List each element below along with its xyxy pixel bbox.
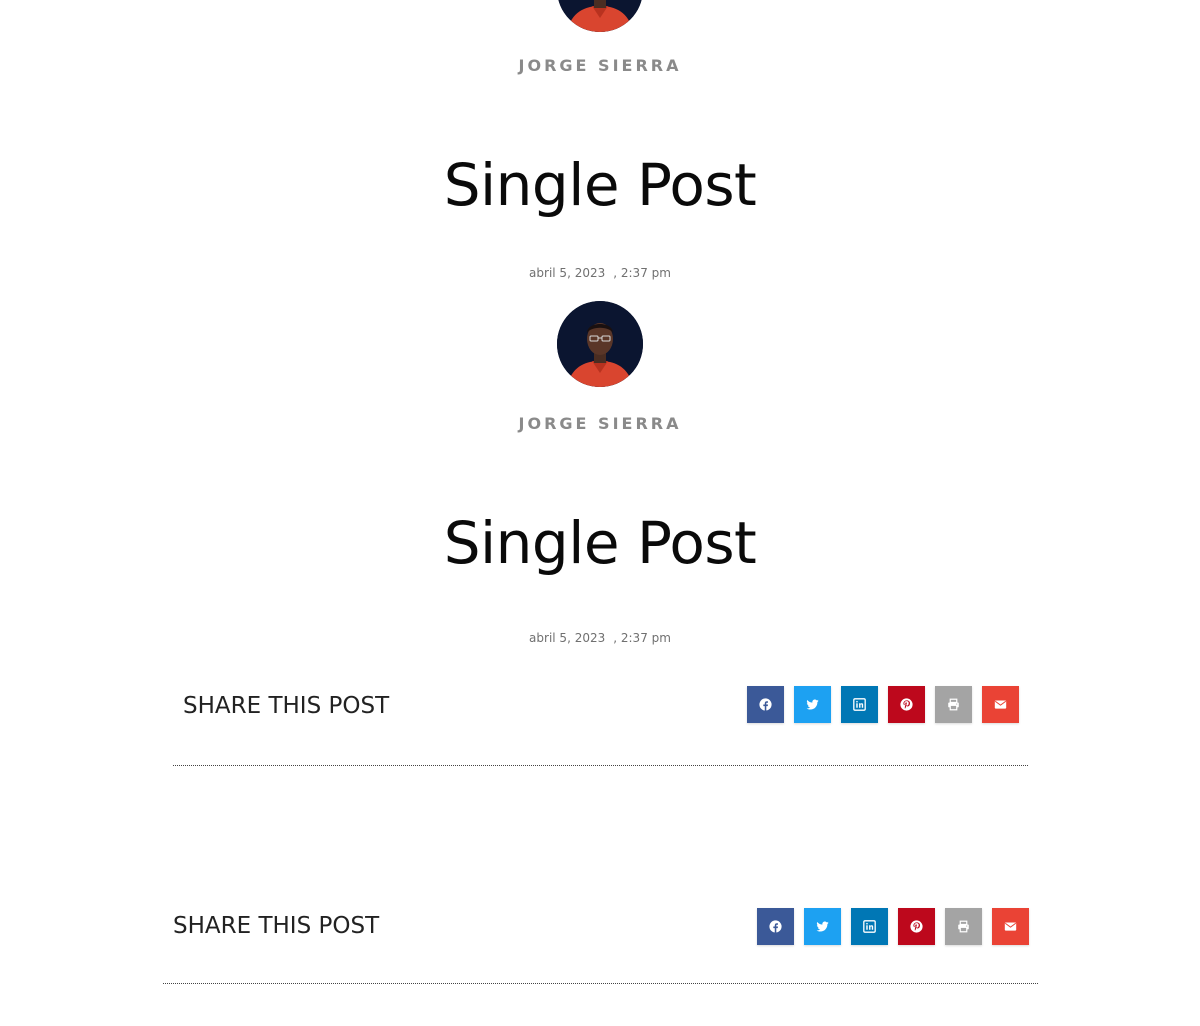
share-buttons: [747, 686, 1019, 723]
linkedin-icon: [853, 698, 866, 711]
post-meta: abril 5, 2023 , 2:37 pm: [0, 266, 1200, 280]
twitter-icon: [806, 698, 819, 711]
pinterest-share-button[interactable]: [888, 686, 925, 723]
email-share-button[interactable]: [992, 908, 1029, 945]
print-icon: [947, 698, 960, 711]
linkedin-share-button[interactable]: [851, 908, 888, 945]
divider: [173, 765, 1028, 766]
linkedin-icon: [863, 920, 876, 933]
twitter-icon: [816, 920, 829, 933]
post-time: , 2:37 pm: [613, 631, 671, 645]
post-date: abril 5, 2023: [529, 266, 606, 280]
facebook-icon: [759, 698, 772, 711]
twitter-share-button[interactable]: [794, 686, 831, 723]
divider: [163, 983, 1038, 984]
print-button[interactable]: [945, 908, 982, 945]
share-buttons: [757, 908, 1029, 945]
author-name: JORGE SIERRA: [518, 56, 682, 75]
email-share-button[interactable]: [982, 686, 1019, 723]
facebook-share-button[interactable]: [757, 908, 794, 945]
author-name: JORGE SIERRA: [518, 414, 682, 433]
post-title: Single Post: [443, 151, 757, 219]
post-time: , 2:37 pm: [613, 266, 671, 280]
pinterest-icon: [900, 698, 913, 711]
email-icon: [1004, 920, 1017, 933]
print-icon: [957, 920, 970, 933]
email-icon: [994, 698, 1007, 711]
print-button[interactable]: [935, 686, 972, 723]
share-heading: SHARE THIS POST: [183, 693, 390, 719]
post-date: abril 5, 2023: [529, 631, 606, 645]
pinterest-share-button[interactable]: [898, 908, 935, 945]
linkedin-share-button[interactable]: [841, 686, 878, 723]
twitter-share-button[interactable]: [804, 908, 841, 945]
share-heading: SHARE THIS POST: [173, 913, 380, 939]
post-meta: abril 5, 2023 , 2:37 pm: [0, 631, 1200, 645]
pinterest-icon: [910, 920, 923, 933]
facebook-icon: [769, 920, 782, 933]
author-avatar: [557, 0, 643, 32]
post-title: Single Post: [443, 509, 757, 577]
facebook-share-button[interactable]: [747, 686, 784, 723]
author-avatar: [557, 301, 643, 387]
